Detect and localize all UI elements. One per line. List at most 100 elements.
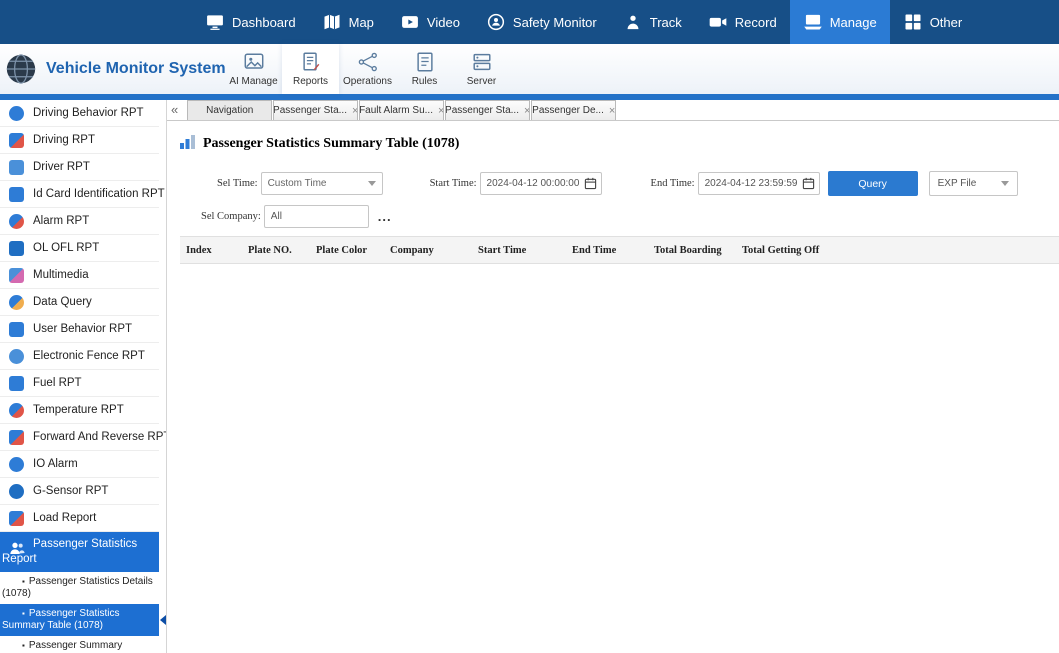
bullet-icon: ▪ xyxy=(22,577,25,586)
topnav-manage[interactable]: Manage xyxy=(790,0,890,44)
sidebar-item-data-query[interactable]: Data Query xyxy=(0,289,159,316)
track-icon xyxy=(623,12,643,32)
sidebar-item-forward-and-reverse-rpt[interactable]: Forward And Reverse RPT xyxy=(0,424,159,451)
sel-time-select[interactable]: Custom Time xyxy=(261,172,383,195)
topnav-label: Track xyxy=(650,15,682,30)
record-icon xyxy=(708,12,728,32)
online-offline-chart-icon xyxy=(9,241,24,256)
id-card-icon xyxy=(9,187,24,202)
sidebar-item-load-report[interactable]: Load Report xyxy=(0,505,159,532)
sidebar-item-label: Fuel RPT xyxy=(33,377,82,389)
sub-navigation: AI Manage Reports Operations Rules Serve… xyxy=(225,44,510,94)
topnav-other[interactable]: Other xyxy=(890,0,976,44)
company-picker-ellipsis-button[interactable]: ... xyxy=(378,213,392,221)
tab-passenger-statistics-1[interactable]: Passenger Sta... × xyxy=(273,100,358,120)
sidebar-item-ol-ofl-rpt[interactable]: OL OFL RPT xyxy=(0,235,159,262)
sidebar-item-user-behavior-rpt[interactable]: User Behavior RPT xyxy=(0,316,159,343)
end-time-wrap xyxy=(698,172,820,195)
sidebar-item-g-sensor-rpt[interactable]: G-Sensor RPT xyxy=(0,478,159,505)
chevron-down-icon xyxy=(1001,181,1009,186)
app-title: Vehicle Monitor System xyxy=(46,60,226,78)
sel-company-wrap xyxy=(264,205,369,228)
sidebar-item-multimedia[interactable]: Multimedia xyxy=(0,262,159,289)
subnav-reports[interactable]: Reports xyxy=(282,44,339,94)
tab-label: Fault Alarm Su... xyxy=(359,105,433,116)
sidebar-subitem-label: Passenger Summary xyxy=(29,640,122,651)
app-logo-globe-icon xyxy=(4,52,38,86)
tab-close-icon[interactable]: × xyxy=(352,106,358,116)
topnav-map[interactable]: Map xyxy=(309,0,387,44)
top-navigation: Dashboard Map Video Safety Monitor Track… xyxy=(0,0,1059,44)
sidebar-item-label: Data Query xyxy=(33,296,92,308)
sidebar-item-alarm-rpt[interactable]: Alarm RPT xyxy=(0,208,159,235)
tab-passenger-details[interactable]: Passenger De... × xyxy=(531,100,616,120)
sidebar-item-label: Electronic Fence RPT xyxy=(33,350,145,362)
sidebar-item-fuel-rpt[interactable]: Fuel RPT xyxy=(0,370,159,397)
sidebar-item-temperature-rpt[interactable]: Temperature RPT xyxy=(0,397,159,424)
topnav-label: Manage xyxy=(830,15,877,30)
exp-file-button[interactable]: EXP File xyxy=(929,171,1018,196)
end-time-label: End Time: xyxy=(651,178,695,189)
topnav-track[interactable]: Track xyxy=(610,0,695,44)
alarm-bell-icon xyxy=(9,214,24,229)
tab-label: Passenger De... xyxy=(532,105,604,116)
sidebar-subitem-label: Passenger Statistics Summary Table (1078… xyxy=(2,608,119,631)
sidebar-item-label: OL OFL RPT xyxy=(33,242,99,254)
topnav-label: Map xyxy=(349,15,374,30)
sidebar-item-id-card-identification-rpt[interactable]: Id Card Identification RPT xyxy=(0,181,159,208)
subnav-server[interactable]: Server xyxy=(453,44,510,94)
tab-close-icon[interactable]: × xyxy=(609,106,615,116)
query-form-row-2: Sel Company: ... xyxy=(180,205,1059,228)
tab-navigation[interactable]: Navigation xyxy=(187,100,272,120)
topnav-record[interactable]: Record xyxy=(695,0,790,44)
topnav-safety-monitor[interactable]: Safety Monitor xyxy=(473,0,610,44)
tab-passenger-statistics-2[interactable]: Passenger Sta... × xyxy=(445,100,530,120)
reports-icon xyxy=(300,51,322,73)
start-time-wrap xyxy=(480,172,602,195)
calendar-icon[interactable] xyxy=(584,177,597,195)
sidebar-item-driver-rpt[interactable]: Driver RPT xyxy=(0,154,159,181)
subnav-rules[interactable]: Rules xyxy=(396,44,453,94)
electronic-fence-pin-icon xyxy=(9,349,24,364)
col-end-time: End Time xyxy=(566,237,648,264)
sidebar-item-label: Multimedia xyxy=(33,269,89,281)
col-filler xyxy=(856,237,1059,264)
sidebar-item-label: G-Sensor RPT xyxy=(33,485,108,497)
topnav-dashboard[interactable]: Dashboard xyxy=(192,0,309,44)
sidebar-item-label: Driving Behavior RPT xyxy=(33,107,144,119)
tab-close-icon[interactable]: × xyxy=(438,106,444,116)
sidebar-item-driving-rpt[interactable]: Driving RPT xyxy=(0,127,159,154)
sidebar-subitem-passenger-statistics-summary-table[interactable]: ▪Passenger Statistics Summary Table (107… xyxy=(0,604,159,636)
tab-close-icon[interactable]: × xyxy=(524,106,530,116)
query-button[interactable]: Query xyxy=(828,171,918,196)
sidebar-subitem-passenger-statistics-details[interactable]: ▪Passenger Statistics Details (1078) xyxy=(0,572,159,604)
topnav-video[interactable]: Video xyxy=(387,0,473,44)
page-title-row: Passenger Statistics Summary Table (1078… xyxy=(180,134,1059,154)
sidebar-collapse-button[interactable]: « xyxy=(171,103,178,117)
driving-flag-icon xyxy=(9,133,24,148)
subnav-label: Server xyxy=(467,76,496,87)
operations-icon xyxy=(357,51,379,73)
subnav-operations[interactable]: Operations xyxy=(339,44,396,94)
sidebar-item-passenger-statistics-report[interactable]: Passenger Statistics Report xyxy=(0,532,159,572)
server-icon xyxy=(471,51,493,73)
manage-icon xyxy=(803,12,823,32)
sidebar-item-io-alarm[interactable]: IO Alarm xyxy=(0,451,159,478)
topnav-label: Safety Monitor xyxy=(513,15,597,30)
safety-monitor-icon xyxy=(486,12,506,32)
subnav-label: Reports xyxy=(293,76,328,87)
subnav-label: AI Manage xyxy=(229,76,277,87)
tab-label: Passenger Sta... xyxy=(273,105,347,116)
sidebar-item-electronic-fence-rpt[interactable]: Electronic Fence RPT xyxy=(0,343,159,370)
thermometer-icon xyxy=(9,403,24,418)
sidebar-item-label: IO Alarm xyxy=(33,458,78,470)
subnav-ai-manage[interactable]: AI Manage xyxy=(225,44,282,94)
col-plate-no: Plate NO. xyxy=(242,237,310,264)
sidebar-item-driving-behavior-rpt[interactable]: Driving Behavior RPT xyxy=(0,100,159,127)
sidebar-item-label: Driving RPT xyxy=(33,134,95,146)
col-total-getting-off: Total Getting Off xyxy=(736,237,856,264)
tab-fault-alarm-summary[interactable]: Fault Alarm Su... × xyxy=(359,100,444,120)
sidebar-subitem-passenger-summary[interactable]: ▪Passenger Summary xyxy=(0,636,159,653)
calendar-icon[interactable] xyxy=(802,177,815,195)
sel-company-input[interactable] xyxy=(264,205,369,228)
